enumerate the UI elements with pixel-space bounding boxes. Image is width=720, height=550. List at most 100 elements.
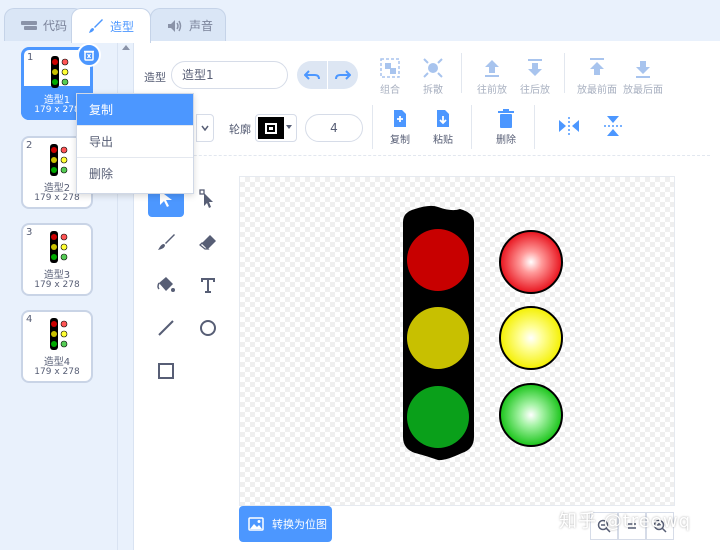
back-button[interactable]: 放最后面 [620, 57, 666, 96]
costume-item-3[interactable]: 3 造型3 179 x 278 [21, 223, 93, 296]
arrow-up-icon [485, 60, 499, 77]
delete-costume-button[interactable] [77, 43, 101, 67]
brush-icon [158, 234, 175, 250]
traffic-light-thumbnail-icon [50, 231, 68, 263]
flip-vertical-button[interactable] [590, 115, 636, 139]
tab-costumes-label: 造型 [110, 19, 135, 34]
rectangle-tool[interactable] [148, 353, 184, 389]
costume-number: 4 [26, 314, 33, 325]
code-icon [21, 18, 37, 34]
image-icon [248, 517, 264, 531]
fill-tool[interactable] [148, 267, 184, 303]
traffic-light-thumbnail-icon [50, 318, 68, 350]
brush-tool[interactable] [148, 224, 184, 260]
flip-horizontal-button[interactable] [546, 117, 592, 137]
costume-name-input[interactable]: 造型1 [171, 61, 288, 89]
toolbar-divider [471, 105, 472, 149]
toolbar-divider [534, 105, 535, 149]
group-icon [380, 58, 400, 78]
backward-button[interactable]: 往后放 [512, 57, 558, 96]
toolbar-separator [134, 155, 710, 156]
undo-icon [304, 70, 320, 80]
menu-item-duplicate[interactable]: 复制 [77, 94, 193, 126]
tab-sounds-label: 声音 [189, 19, 214, 33]
tab-costumes[interactable]: 造型 [71, 8, 151, 43]
copy-label: 复制 [390, 135, 410, 146]
drawing-canvas[interactable] [239, 176, 675, 506]
circle-tool[interactable] [190, 310, 226, 346]
front-label: 放最前面 [577, 85, 617, 96]
group-button[interactable]: 组合 [367, 57, 413, 96]
flip-vertical-icon [604, 116, 622, 136]
reshape-tool[interactable] [190, 181, 226, 217]
scroll-up-arrow-icon[interactable] [122, 45, 130, 50]
eraser-tool[interactable] [190, 224, 226, 260]
toolbar-divider [372, 105, 373, 149]
costume-size: 179 x 278 [34, 367, 80, 377]
costume-context-menu: 复制 导出 删除 [76, 93, 194, 194]
outline-color-swatch [258, 117, 284, 139]
delete-button[interactable]: 删除 [483, 109, 529, 146]
delete-label: 删除 [496, 135, 516, 146]
convert-to-bitmap-label: 转换为位图 [272, 518, 327, 531]
text-tool[interactable] [190, 267, 226, 303]
brush-icon [88, 18, 104, 34]
menu-item-delete[interactable]: 删除 [77, 158, 193, 190]
paint-bucket-icon [157, 277, 175, 292]
ungroup-button[interactable]: 拆散 [410, 57, 456, 96]
copy-button[interactable]: 复制 [377, 109, 423, 146]
costume-size: 179 x 278 [34, 193, 80, 203]
redo-icon [335, 70, 351, 80]
ungroup-icon [423, 58, 443, 78]
toolbar-divider [564, 53, 565, 93]
toolbar-divider [461, 53, 462, 93]
tab-code-label: 代码 [43, 19, 68, 33]
editor-tab-bar: 代码 造型 声音 [0, 0, 720, 43]
costume-name-label: 造型 [144, 71, 166, 84]
costume-name: 造型4 [43, 357, 71, 368]
undo-button[interactable] [297, 61, 327, 89]
trash-icon [498, 109, 514, 128]
redo-button[interactable] [328, 61, 358, 89]
costume-number: 1 [27, 52, 34, 63]
back-label: 放最后面 [623, 85, 663, 96]
paint-editor: 造型 造型1 组合 拆散 往前放 往后放 放最前面 放最后面 轮廓 4 复制 粘… [134, 41, 720, 550]
chevron-down-icon [201, 125, 209, 131]
bring-to-front-icon [590, 58, 604, 75]
outline-color-picker[interactable] [255, 114, 297, 142]
paste-button[interactable]: 粘贴 [420, 109, 466, 146]
menu-item-export[interactable]: 导出 [77, 126, 193, 158]
group-label: 组合 [380, 85, 400, 96]
reshape-icon [199, 189, 213, 208]
backward-label: 往后放 [520, 85, 550, 96]
traffic-light-drawing [403, 205, 563, 461]
send-to-back-icon [636, 61, 650, 78]
costume-number: 2 [26, 140, 33, 151]
paste-icon [437, 110, 449, 127]
circle-icon [200, 320, 216, 336]
chevron-down-icon [286, 125, 292, 129]
convert-to-bitmap-button[interactable]: 转换为位图 [239, 506, 332, 542]
fill-color-dropdown[interactable] [196, 114, 214, 142]
line-icon [158, 320, 174, 336]
line-tool[interactable] [148, 310, 184, 346]
traffic-light-thumbnail-icon [50, 144, 68, 176]
outline-width-input[interactable]: 4 [305, 114, 363, 142]
front-button[interactable]: 放最前面 [574, 57, 620, 96]
text-icon [201, 278, 215, 293]
flip-horizontal-icon [559, 117, 579, 135]
costume-number: 3 [26, 227, 33, 238]
speaker-icon [167, 18, 183, 34]
copy-icon [394, 110, 406, 127]
rectangle-icon [158, 363, 174, 379]
tab-sounds[interactable]: 声音 [150, 8, 226, 42]
eraser-icon [199, 235, 216, 250]
forward-label: 往前放 [477, 85, 507, 96]
paste-label: 粘贴 [433, 135, 453, 146]
traffic-light-thumbnail-icon [51, 56, 69, 88]
watermark: 知乎 @treewq [559, 511, 692, 532]
arrow-down-icon [528, 59, 542, 76]
costume-size: 179 x 278 [34, 280, 80, 290]
costume-item-4[interactable]: 4 造型4 179 x 278 [21, 310, 93, 383]
forward-button[interactable]: 往前放 [469, 57, 515, 96]
